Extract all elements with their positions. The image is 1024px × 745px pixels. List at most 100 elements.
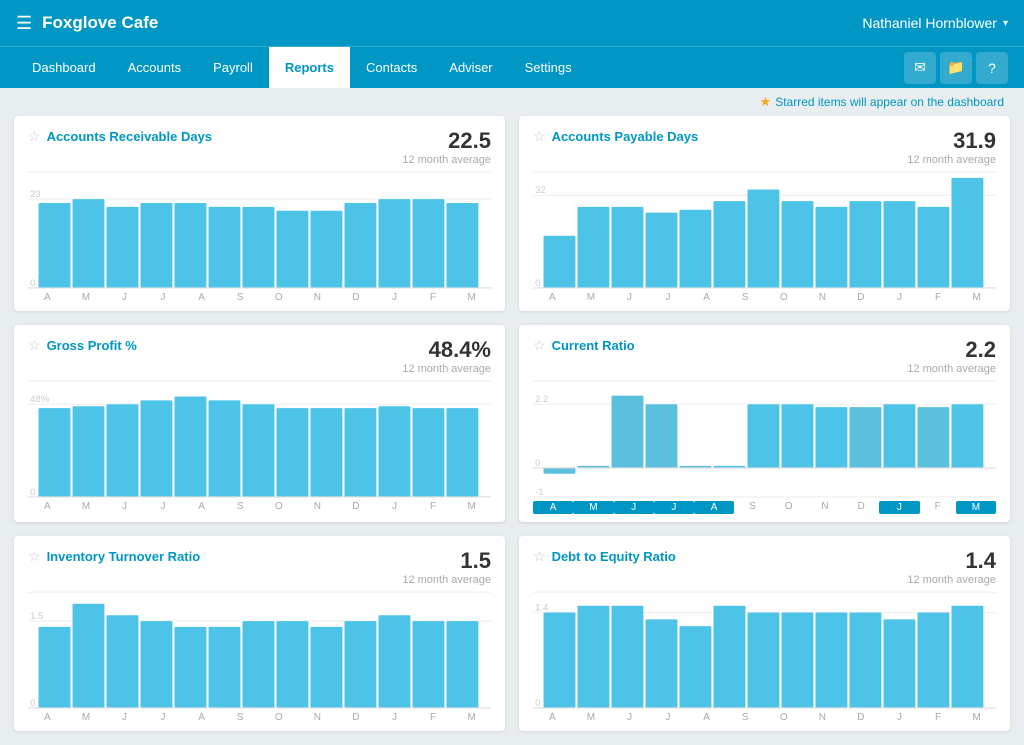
chart-value: 1.4 [907,548,996,574]
svg-text:1.7: 1.7 [535,590,548,593]
nav-adviser[interactable]: Adviser [433,47,508,88]
star-notice-icon: ★ [760,94,772,110]
star-button[interactable]: ☆ [28,337,41,354]
x-label: M [452,292,491,303]
chart-subtitle: 12 month average [402,363,491,375]
nav-settings[interactable]: Settings [509,47,588,88]
x-label: O [259,501,298,512]
svg-text:0: 0 [535,458,540,469]
x-label: F [919,712,958,723]
star-button[interactable]: ☆ [28,128,41,145]
x-label: O [259,712,298,723]
svg-text:0: 0 [535,698,540,709]
x-label: A [182,712,221,723]
x-label: S [726,712,765,723]
x-axis-labels: AMJJASONDJFM [533,710,996,723]
x-label: J [105,292,144,303]
x-label: A [28,292,67,303]
chart-svg: 30230 [28,170,491,290]
x-label: J [649,712,688,723]
x-label: J [654,501,694,514]
x-label: A [533,292,572,303]
svg-text:23: 23 [30,189,41,200]
x-label: J [614,501,654,514]
svg-text:0: 0 [30,278,35,289]
x-label: N [298,501,337,512]
chart-card-accounts-receivable-days: ☆ Accounts Receivable Days 22.5 12 month… [14,116,505,311]
x-label: A [687,292,726,303]
chart-value: 2.2 [907,337,996,363]
chart-subtitle: 12 month average [402,154,491,166]
nav-dashboard[interactable]: Dashboard [16,47,112,88]
x-label: S [734,501,770,514]
chart-title: Inventory Turnover Ratio [47,549,201,564]
svg-text:0: 0 [535,278,540,289]
x-label: O [764,292,803,303]
chart-value: 31.9 [907,128,996,154]
x-label: M [956,501,996,514]
x-label: J [375,712,414,723]
chart-card-inventory-turnover: ☆ Inventory Turnover Ratio 1.5 12 month … [14,536,505,731]
chart-svg: 32.20-1 [533,379,996,499]
x-label: S [221,712,260,723]
x-label: J [105,501,144,512]
x-axis-labels: AMJJASONDJFM [28,710,491,723]
mail-icon[interactable]: ✉ [904,52,936,84]
x-label: J [375,501,414,512]
chart-area: 30230 [28,170,491,290]
nav-contacts[interactable]: Contacts [350,47,433,88]
x-label: M [957,712,996,723]
x-label: A [28,501,67,512]
folder-icon[interactable]: 📁 [940,52,972,84]
x-label: O [771,501,807,514]
svg-text:0: 0 [30,698,35,709]
x-label: F [414,501,453,512]
nav-payroll[interactable]: Payroll [197,47,269,88]
nav-reports[interactable]: Reports [269,47,350,88]
x-label: N [803,712,842,723]
svg-text:3: 3 [535,379,540,382]
x-label: N [298,712,337,723]
x-label: D [842,292,881,303]
top-bar: ☰ Foxglove Cafe Nathaniel Hornblower ▾ [0,0,1024,46]
chart-card-debt-to-equity: ☆ Debt to Equity Ratio 1.4 12 month aver… [519,536,1010,731]
star-button[interactable]: ☆ [28,548,41,565]
svg-text:60%: 60% [30,379,50,382]
chart-title: Debt to Equity Ratio [552,549,676,564]
x-label: A [694,501,734,514]
x-label: F [919,292,958,303]
starred-notice-text: Starred items will appear on the dashboa… [775,95,1004,109]
user-name[interactable]: Nathaniel Hornblower [862,15,997,31]
chart-area: 1.71.40 [533,590,996,710]
user-dropdown-arrow[interactable]: ▾ [1003,18,1008,29]
x-axis-labels: AMJJASONDJFM [533,290,996,303]
chart-header: ☆ Accounts Receivable Days 22.5 12 month… [28,128,491,166]
x-label: D [842,712,881,723]
chart-area: 60%48%0 [28,379,491,499]
nav-bar: Dashboard Accounts Payroll Reports Conta… [0,46,1024,88]
x-label: F [414,712,453,723]
chart-value: 1.5 [402,548,491,574]
star-button[interactable]: ☆ [533,128,546,145]
chart-header: ☆ Gross Profit % 48.4% 12 month average [28,337,491,375]
nav-accounts[interactable]: Accounts [112,47,197,88]
x-label: M [572,292,611,303]
x-label: J [375,292,414,303]
svg-text:-1: -1 [535,487,543,498]
help-icon[interactable]: ? [976,52,1008,84]
svg-text:40: 40 [535,170,546,173]
chart-subtitle: 12 month average [907,574,996,586]
svg-text:1.5: 1.5 [30,611,43,622]
x-label: S [726,292,765,303]
top-bar-right: Nathaniel Hornblower ▾ [862,15,1008,31]
x-label: F [414,292,453,303]
chart-svg: 60%48%0 [28,379,491,499]
chart-svg: 1.71.40 [533,590,996,710]
x-label: M [67,292,106,303]
star-button[interactable]: ☆ [533,548,546,565]
x-label: N [803,292,842,303]
x-label: N [298,292,337,303]
star-button[interactable]: ☆ [533,337,546,354]
hamburger-menu[interactable]: ☰ [16,13,32,34]
svg-text:2: 2 [30,590,35,593]
